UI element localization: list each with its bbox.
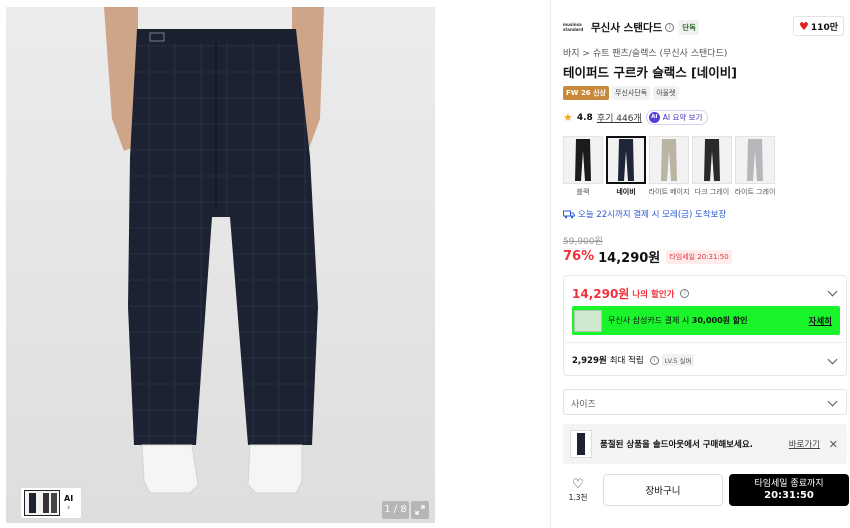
star-icon: ★: [563, 111, 573, 124]
chevron-down-icon[interactable]: [827, 354, 838, 365]
rating-score: 4.8: [576, 112, 593, 123]
level-badge: LV.5 실버: [661, 354, 695, 366]
swatch-image: [606, 136, 646, 184]
chevron-right-icon: ›: [66, 502, 71, 513]
product-tags: FW 26 신상 무신사단독 아울렛: [563, 86, 679, 100]
swatch-label: 다크 그레이: [694, 188, 730, 196]
points-amount: 2,929원: [572, 356, 607, 366]
like-button[interactable]: ♡ 1.3천: [563, 476, 593, 503]
action-bar: ♡ 1.3천 장바구니 타임세일 종료까지 20:31:50: [563, 473, 849, 507]
swatch-label: 네이비: [616, 188, 636, 196]
color-swatch[interactable]: 라이트 그레이: [735, 136, 775, 197]
brand-logo[interactable]: musinsa standard: [563, 20, 585, 34]
swatch-image: [692, 136, 732, 184]
image-counter: 1 / 8: [382, 501, 409, 519]
info-icon[interactable]: i: [665, 22, 675, 32]
breadcrumb[interactable]: 바지 > 슈트 팬츠/슬랙스 (무신사 스탠다드): [563, 46, 727, 59]
color-swatch[interactable]: 다크 그레이: [692, 136, 732, 197]
my-price-value: 14,290원: [572, 287, 630, 301]
soldout-link[interactable]: 바로가기: [789, 438, 820, 450]
gallery-thumbnail-strip[interactable]: AI ›: [20, 487, 82, 519]
cart-button[interactable]: 장바구니: [603, 474, 723, 506]
my-price-row[interactable]: 14,290원 나의 할인가 i: [572, 285, 690, 302]
product-title: 테이퍼드 구르카 슬랙스 [네이비]: [563, 65, 737, 80]
color-swatch[interactable]: 네이비: [606, 136, 646, 197]
exclusive-tag: 무신사단독: [612, 86, 651, 100]
my-price-label: 나의 할인가: [632, 289, 675, 300]
exclusive-badge: 단독: [679, 19, 700, 35]
card-discount-banner[interactable]: 무신사 삼성카드 결제 시 30,000원 할인 자세히: [572, 306, 840, 335]
card-image: [574, 309, 602, 332]
brand-name[interactable]: 무신사 스탠다드: [591, 20, 662, 35]
color-swatch[interactable]: 라이트 베이지: [649, 136, 689, 197]
timesale-badge: 타임세일 20:31:50: [666, 249, 732, 264]
ai-thumbnail-toggle[interactable]: AI ›: [64, 494, 73, 513]
soldout-text: 품절된 상품을 솔드아웃에서 구매해보세요.: [600, 440, 753, 450]
ai-icon: AI: [648, 112, 660, 123]
soldout-banner: 품절된 상품을 솔드아웃에서 구매해보세요. 바로가기 ✕: [563, 424, 847, 464]
chevron-down-icon: [827, 396, 838, 407]
price-row: 76% 14,290원 타임세일 20:31:50: [563, 247, 732, 266]
color-swatches: 블랙 네이비 라이트 베이지 다크 그레이 라이트 그레이: [563, 136, 775, 197]
benefit-box: 14,290원 나의 할인가 i 무신사 삼성카드 결제 시 30,000원 할…: [563, 275, 847, 376]
like-count-button[interactable]: ♥ 110만: [793, 16, 844, 36]
soldout-product-image: [570, 430, 592, 458]
outlet-tag: 아울렛: [653, 86, 679, 100]
truck-icon: [563, 210, 575, 218]
swatch-image: [649, 136, 689, 184]
sale-price: 14,290원: [598, 251, 661, 266]
divider: [564, 342, 846, 343]
swatch-label: 라이트 그레이: [734, 188, 776, 196]
points-label: 최대 적립: [609, 356, 644, 366]
rating-row: ★ 4.8 후기 446개 AI AI 요약 보기: [563, 110, 709, 125]
size-select[interactable]: 사이즈: [563, 389, 847, 415]
points-row[interactable]: 2,929원 최대 적립 i LV.5 실버: [572, 354, 695, 366]
info-icon[interactable]: i: [649, 355, 659, 365]
gallery-thumbnail[interactable]: [24, 490, 60, 516]
original-price: 59,900원: [563, 237, 603, 247]
product-photo: [6, 7, 435, 523]
info-icon[interactable]: i: [680, 289, 690, 298]
product-info-panel: musinsa standard 무신사 스탠다드 i 단독 ♥ 110만 바지…: [550, 0, 850, 528]
expand-icon[interactable]: [411, 501, 429, 519]
delivery-guarantee: 오늘 22시까지 결제 시 모레(금) 도착보장: [563, 208, 726, 220]
close-icon[interactable]: ✕: [829, 438, 838, 451]
card-detail-link[interactable]: 자세히: [809, 315, 832, 327]
ai-summary-button[interactable]: AI AI 요약 보기: [645, 110, 709, 125]
reviews-link[interactable]: 후기 446개: [597, 111, 642, 124]
swatch-image: [735, 136, 775, 184]
swatch-image: [563, 136, 603, 184]
season-tag: FW 26 신상: [563, 86, 609, 100]
chevron-down-icon[interactable]: [827, 286, 838, 297]
buy-button[interactable]: 타임세일 종료까지 20:31:50: [729, 474, 849, 506]
product-page: AI › 1 / 8 musinsa standard 무신사 스탠다드 i 단…: [0, 0, 850, 528]
heart-icon: ♥: [799, 19, 809, 33]
brand-row[interactable]: musinsa standard 무신사 스탠다드 i 단독: [563, 17, 700, 37]
swatch-label: 블랙: [576, 188, 590, 196]
discount-rate: 76%: [563, 249, 595, 264]
heart-outline-icon: ♡: [572, 476, 584, 492]
product-image-gallery[interactable]: AI › 1 / 8: [6, 7, 435, 523]
swatch-label: 라이트 베이지: [648, 188, 690, 196]
color-swatch[interactable]: 블랙: [563, 136, 603, 197]
